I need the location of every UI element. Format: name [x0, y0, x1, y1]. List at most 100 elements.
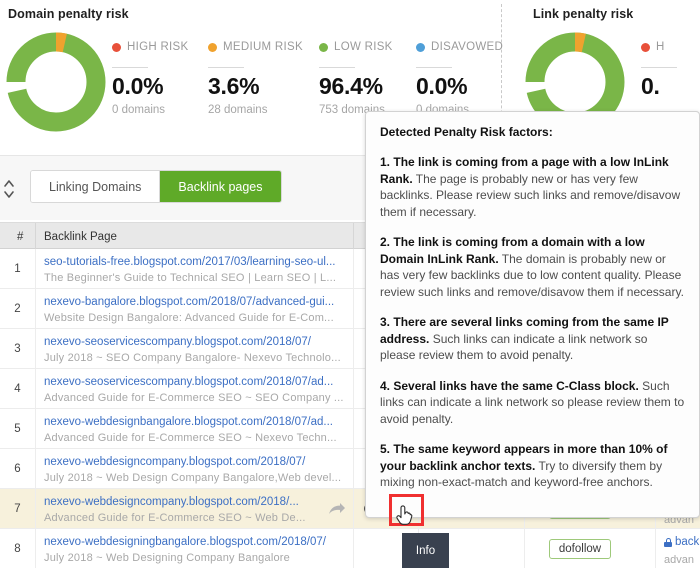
- popup-factor-bold: Several links have the same C-Class bloc…: [393, 378, 639, 393]
- sort-updown-icon[interactable]: [2, 178, 20, 200]
- cell-separator: [35, 289, 36, 329]
- legend-rule: [641, 67, 677, 68]
- share-arrow-icon[interactable]: [322, 489, 352, 529]
- legend-item-medium-risk: MEDIUM RISK 3.6% 28 domains: [208, 40, 303, 116]
- domain-penalty-risk-title: Domain penalty risk: [8, 7, 129, 21]
- legend-value-high-risk-link: 0.: [641, 73, 660, 99]
- legend-item-high-risk: HIGH RISK 0.0% 0 domains: [112, 40, 189, 116]
- legend-label-medium-risk: MEDIUM RISK: [223, 41, 303, 53]
- anchor-cell: back advan: [664, 535, 700, 568]
- cell-separator: [35, 529, 36, 568]
- cell-separator: [35, 369, 36, 409]
- cell-separator: [353, 409, 354, 449]
- legend-rule: [416, 67, 452, 68]
- backlink-page-cell: nexevo-webdesigncompany.blogspot.com/201…: [44, 495, 344, 526]
- backlink-page-cell: nexevo-seoservicescompany.blogspot.com/2…: [44, 375, 344, 406]
- cell-separator: [353, 249, 354, 289]
- backlink-page-title: July 2018 ~ Web Design Company Bangalore…: [44, 472, 342, 484]
- tab-linking-domains[interactable]: Linking Domains: [31, 171, 160, 202]
- row-number: 8: [14, 543, 21, 555]
- legend-value-medium-risk: 3.6%: [208, 73, 260, 99]
- row-number: 2: [14, 303, 21, 315]
- popup-factor-3: 3. There are several links coming from t…: [380, 314, 685, 364]
- backlink-page-cell: seo-tutorials-free.blogspot.com/2017/03/…: [44, 255, 344, 286]
- backlink-page-title: Advanced Guide for E-Commerce SEO ~ Web …: [44, 512, 306, 524]
- cell-separator: [353, 449, 354, 489]
- row-number: 3: [14, 343, 21, 355]
- cell-separator: [353, 489, 354, 529]
- backlink-url-link[interactable]: nexevo-bangalore.blogspot.com/2018/07/ad…: [44, 295, 344, 310]
- legend-value-low-risk: 96.4%: [319, 73, 383, 99]
- legend-item-disavowed: DISAVOWED 0.0% 0 domains: [416, 40, 503, 116]
- legend-dot-high-risk: [112, 42, 121, 52]
- header-separator: [35, 223, 36, 250]
- popup-factor-number: 3.: [380, 315, 391, 329]
- popup-factor-2: 2. The link is coming from a domain with…: [380, 234, 685, 300]
- cell-separator: [353, 329, 354, 369]
- cell-separator: [35, 329, 36, 369]
- row-number: 6: [14, 463, 21, 475]
- column-header-backlink-page[interactable]: Backlink Page: [44, 223, 117, 250]
- legend-label-disavowed: DISAVOWED: [431, 41, 504, 53]
- backlink-page-title: July 2018 ~ SEO Company Bangalore- Nexev…: [44, 352, 341, 364]
- backlink-url-link[interactable]: nexevo-webdesigncompany.blogspot.com/201…: [44, 495, 344, 510]
- legend-dot-disavowed: [416, 42, 425, 52]
- anchor-url-text: back: [675, 536, 700, 548]
- cell-separator: [353, 289, 354, 329]
- tab-backlink-pages[interactable]: Backlink pages: [159, 171, 281, 202]
- backlink-page-cell: nexevo-webdesignbangalore.blogspot.com/2…: [44, 415, 344, 446]
- info-tooltip: Info: [402, 533, 449, 568]
- view-tabs: Linking Domains Backlink pages: [30, 170, 282, 203]
- popup-factor-4: 4. Several links have the same C-Class b…: [380, 378, 685, 428]
- backlink-page-title: Advanced Guide for E-Commerce SEO ~ SEO …: [44, 392, 344, 404]
- backlink-page-cell: nexevo-webdesigncompany.blogspot.com/201…: [44, 455, 344, 486]
- popup-factor-number: 5.: [380, 442, 391, 456]
- row-number: 7: [14, 503, 21, 515]
- legend-item-high-risk-link: H 0.: [641, 40, 677, 100]
- cell-separator: [655, 529, 656, 568]
- legend-dot-low-risk: [319, 42, 328, 52]
- legend-dot-medium-risk: [208, 42, 217, 52]
- backlink-url-link[interactable]: nexevo-webdesignbangalore.blogspot.com/2…: [44, 415, 344, 430]
- backlink-page-cell: nexevo-webdesigningbangalore.blogspot.co…: [44, 535, 344, 566]
- backlink-page-title: Website Design Bangalore: Advanced Guide…: [44, 312, 334, 324]
- cell-separator: [35, 249, 36, 289]
- backlink-page-title: July 2018 ~ Web Designing Company Bangal…: [44, 552, 290, 564]
- row-number: 1: [14, 263, 21, 275]
- backlink-url-link[interactable]: nexevo-webdesigningbangalore.blogspot.co…: [44, 535, 344, 550]
- popup-factor-number: 2.: [380, 235, 391, 249]
- legend-value-high-risk: 0.0%: [112, 73, 164, 99]
- backlink-page-title: The Beginner's Guide to Technical SEO | …: [44, 272, 337, 284]
- row-number: 4: [14, 383, 21, 395]
- table-row[interactable]: 8 nexevo-webdesigningbangalore.blogspot.…: [0, 529, 700, 568]
- backlink-page-cell: nexevo-bangalore.blogspot.com/2018/07/ad…: [44, 295, 344, 326]
- popup-factor-number: 4.: [380, 378, 391, 393]
- header-separator: [353, 223, 354, 250]
- cell-separator: [353, 369, 354, 409]
- popup-factor-number: 1.: [380, 155, 391, 169]
- legend-rule: [208, 67, 244, 68]
- backlink-url-link[interactable]: nexevo-webdesigncompany.blogspot.com/201…: [44, 455, 344, 470]
- backlink-url-link[interactable]: nexevo-seoservicescompany.blogspot.com/2…: [44, 375, 344, 390]
- popup-factor-rest: The page is probably new or has very few…: [380, 171, 681, 219]
- link-penalty-risk-title: Link penalty risk: [533, 7, 634, 21]
- status-badge-dofollow: dofollow: [548, 539, 612, 559]
- legend-dot-high-risk-link: [641, 42, 650, 52]
- penalty-risk-factors-popup: Detected Penalty Risk factors: 1. The li…: [365, 111, 700, 518]
- legend-label-high-risk-link: H: [656, 41, 665, 53]
- lock-icon: [664, 538, 672, 547]
- legend-sub-high-risk: 0 domains: [112, 104, 166, 116]
- legend-rule: [112, 67, 148, 68]
- column-header-number[interactable]: #: [17, 223, 23, 250]
- popup-factor-5: 5. The same keyword appears in more than…: [380, 441, 685, 491]
- backlink-url-link[interactable]: seo-tutorials-free.blogspot.com/2017/03/…: [44, 255, 344, 270]
- backlink-url-link[interactable]: nexevo-seoservicescompany.blogspot.com/2…: [44, 335, 344, 350]
- cell-separator: [35, 409, 36, 449]
- legend-label-low-risk: LOW RISK: [334, 41, 393, 53]
- legend-value-disavowed: 0.0%: [416, 73, 468, 99]
- pointer-cursor-icon: [395, 505, 415, 534]
- popup-heading: Detected Penalty Risk factors:: [380, 125, 553, 139]
- cell-separator: [353, 529, 354, 568]
- anchor-url-link[interactable]: back: [664, 535, 700, 550]
- app-root: Domain penalty risk HIGH RISK 0.0% 0 dom…: [0, 0, 700, 568]
